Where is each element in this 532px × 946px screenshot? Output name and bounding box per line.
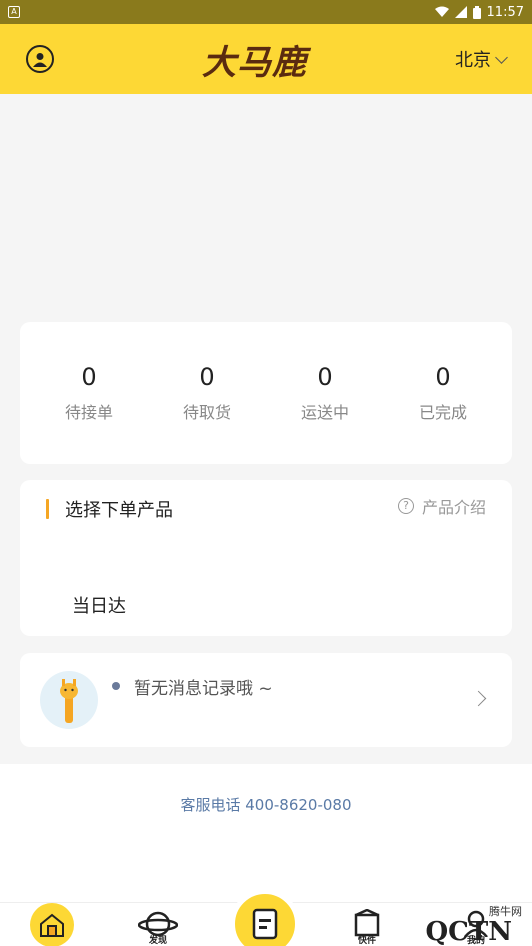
app-logo: 大马鹿 <box>202 42 307 83</box>
bottom-nav: 发现 快件 我的 腾牛网 QCTN <box>0 889 532 946</box>
status-left: A <box>8 6 20 18</box>
product-title: 选择下单产品 <box>65 500 173 521</box>
stat-value: 0 <box>317 363 333 391</box>
battery-icon <box>472 5 481 19</box>
stat-label: 待取货 <box>182 403 231 422</box>
stat-completed[interactable]: 0 已完成 <box>393 363 493 423</box>
service-phone-link[interactable]: 客服电话 400-8620-080 <box>0 794 532 815</box>
stat-label: 运送中 <box>300 403 349 422</box>
product-header: 选择下单产品 <box>46 496 173 522</box>
accent-bar <box>46 499 49 519</box>
product-intro-label: 产品介绍 <box>421 498 486 517</box>
app-header: 大马鹿 北京 <box>0 24 532 94</box>
stat-pending-pickup[interactable]: 0 待取货 <box>157 363 257 423</box>
stat-value: 0 <box>199 363 215 391</box>
product-select-card: 选择下单产品 ? 产品介绍 当日达 <box>20 480 512 636</box>
wifi-icon <box>434 6 449 17</box>
nav-home[interactable] <box>30 903 74 946</box>
chevron-down-icon <box>495 50 508 64</box>
nav-discover[interactable]: 发现 <box>138 909 178 946</box>
stat-pending-accept[interactable]: 0 待接单 <box>39 363 139 423</box>
product-item-same-day[interactable]: 当日达 <box>72 592 126 618</box>
product-intro-link[interactable]: ? 产品介绍 <box>397 494 486 518</box>
home-icon <box>40 913 64 937</box>
order-icon <box>252 908 278 940</box>
stat-label: 已完成 <box>418 403 467 422</box>
stat-value: 0 <box>435 363 451 391</box>
message-card[interactable]: 暂无消息记录哦 ~ <box>20 653 512 747</box>
nav-label: 快件 <box>357 936 376 946</box>
help-icon: ? <box>397 498 414 514</box>
avatar-button[interactable] <box>26 45 54 73</box>
stat-in-transit[interactable]: 0 运送中 <box>275 363 375 423</box>
nav-express[interactable]: 快件 <box>352 909 382 946</box>
watermark-logo: QCTN <box>425 917 512 946</box>
status-right: 11:57 <box>434 4 524 20</box>
home-circle <box>30 903 74 946</box>
stat-label: 待接单 <box>64 403 113 422</box>
notification-icon: A <box>8 6 20 18</box>
footer: 客服电话 400-8620-080 <box>0 764 532 902</box>
city-label: 北京 <box>455 50 491 71</box>
avatar-icon <box>33 53 47 67</box>
status-time: 11:57 <box>486 4 524 20</box>
order-stats-card: 0 待接单 0 待取货 0 运送中 0 已完成 <box>20 322 512 464</box>
message-dot <box>112 682 120 690</box>
status-bar: A 11:57 <box>0 0 532 24</box>
nav-label: 发现 <box>148 936 167 946</box>
banner-area <box>0 94 532 314</box>
message-text: 暂无消息记录哦 ~ <box>134 678 273 699</box>
message-row: 暂无消息记录哦 ~ <box>112 674 273 699</box>
signal-icon <box>454 6 467 18</box>
chevron-right-icon <box>470 690 487 707</box>
city-selector[interactable]: 北京 <box>455 46 508 72</box>
giraffe-icon <box>40 671 98 729</box>
stat-value: 0 <box>81 363 97 391</box>
giraffe-icon-svg <box>60 679 78 723</box>
